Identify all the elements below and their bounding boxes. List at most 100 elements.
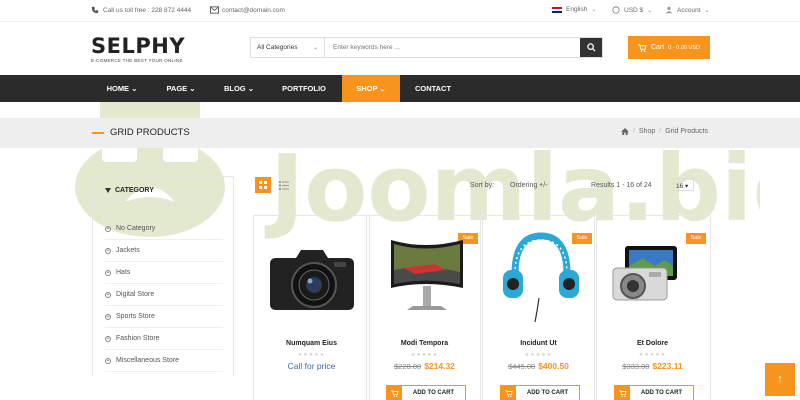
sale-price: $223.11 <box>652 361 683 371</box>
envelope-icon <box>210 6 219 14</box>
plus-circle-icon: + <box>105 357 111 364</box>
cart-summary: 0 - 0.00 USD <box>668 44 701 51</box>
nav-item-home[interactable]: HOME ⌄ <box>93 75 151 102</box>
category-item[interactable]: + Sports Store <box>105 306 223 328</box>
nav-item-portfolio[interactable]: PORTFOLIO <box>272 75 336 102</box>
cart-icon <box>387 386 402 400</box>
logo-text: SELPHY <box>91 34 186 58</box>
language-select[interactable]: English ⌄ <box>552 6 596 13</box>
search-button[interactable] <box>580 38 602 57</box>
product-name[interactable]: Numquam Eius <box>254 340 369 347</box>
product-image-monitor[interactable] <box>375 226 475 326</box>
page-title: GRID PRODUCTS <box>92 127 190 138</box>
plus-circle-icon: + <box>105 313 111 320</box>
search-category-select[interactable]: All Categories ⌄ <box>251 38 325 57</box>
plus-circle-icon: + <box>105 269 111 276</box>
list-view-icon[interactable] <box>279 181 289 190</box>
cart-icon <box>638 43 647 52</box>
search-bar: All Categories ⌄ <box>250 37 603 58</box>
account-menu[interactable]: Account ⌄ <box>665 6 710 14</box>
category-heading: CATEGORY <box>105 187 154 194</box>
product-image-compact-camera[interactable] <box>603 226 703 326</box>
email-info[interactable]: contact@domain.com <box>210 6 285 14</box>
add-to-cart-button[interactable]: ADD TO CART <box>614 385 694 400</box>
currency-select[interactable]: USD $ ⌄ <box>612 6 652 14</box>
rating-stars: ★★★★★ <box>524 352 553 358</box>
product-price: $228.00 $214.32 <box>367 361 482 371</box>
chevron-down-icon: ⌄ <box>704 7 710 14</box>
caret-down-icon <box>105 188 111 193</box>
cart-label: Cart <box>650 44 665 51</box>
category-sidebar: CATEGORY + No Category + Jackets + Hats + Di… <box>92 176 234 376</box>
cart-icon <box>501 386 516 400</box>
chevron-down-icon: ⌄ <box>591 7 597 13</box>
grid-icon <box>259 181 267 189</box>
product-card[interactable]: Sale Incidunt Ut ★★★★★ $445.00 $400.50 AD… <box>480 215 597 400</box>
language-label: English <box>566 6 588 13</box>
account-label: Account <box>677 6 701 14</box>
product-image-headphones[interactable] <box>489 226 589 326</box>
plus-circle-icon: + <box>105 291 111 298</box>
product-image-camera[interactable] <box>262 226 362 326</box>
breadcrumb: / Shop / Grid Products <box>621 128 708 135</box>
back-to-top-button[interactable]: ↑ <box>765 363 795 396</box>
add-to-cart-button[interactable]: ADD TO CART <box>500 385 580 400</box>
category-item[interactable]: + Hats <box>105 262 223 284</box>
add-to-cart-button[interactable]: ADD TO CART <box>386 385 466 400</box>
search-category-label: All Categories <box>257 44 298 51</box>
nav-item-contact[interactable]: CONTACT <box>404 75 462 102</box>
old-price: $333.00 <box>622 362 650 371</box>
per-page-select[interactable]: 16 ▾ <box>673 178 694 191</box>
home-icon[interactable] <box>621 128 629 135</box>
sale-price: $400.50 <box>538 361 569 371</box>
grid-view-button[interactable] <box>255 177 271 193</box>
breadcrumb-current: Grid Products <box>665 128 708 135</box>
chevron-down-icon: ⌄ <box>647 7 653 14</box>
email-link[interactable]: contact@domain.com <box>222 7 285 14</box>
plus-circle-icon: + <box>105 225 111 232</box>
arrow-up-icon: ↑ <box>777 373 783 385</box>
category-item[interactable]: + No Category <box>105 218 223 240</box>
breadcrumb-shop[interactable]: Shop <box>639 128 655 135</box>
sort-select[interactable]: Ordering +/- <box>510 182 548 189</box>
sale-price: $214.32 <box>424 361 455 371</box>
rating-stars: ★★★★★ <box>410 352 439 358</box>
call-for-price: Call for price <box>287 361 336 371</box>
search-input[interactable] <box>325 38 580 57</box>
product-card[interactable]: Numquam Eius ★★★★★ Call for price <box>253 215 370 400</box>
currency-label: USD $ <box>624 6 644 14</box>
product-name[interactable]: Et Dolore <box>595 340 710 347</box>
product-name[interactable]: Incidunt Ut <box>481 340 596 347</box>
plus-circle-icon: + <box>105 247 111 254</box>
category-item[interactable]: + Fashion Store <box>105 328 223 350</box>
product-card[interactable]: Sale Et Dolore ★★★★★ $333.00 $223.11 ADD … <box>594 215 711 400</box>
phone-info: Call us toll free : 228 872 4444 <box>91 6 191 14</box>
logo-tagline: E-COMERCE THE BEST YOUR ONLINE <box>91 58 183 63</box>
product-price: $333.00 $223.11 <box>595 361 710 371</box>
sort-label: Sort by: <box>470 182 495 189</box>
nav-item-shop[interactable]: SHOP ⌄ <box>342 75 400 102</box>
top-bar: Call us toll free : 228 872 4444 contact… <box>0 0 800 22</box>
nav-item-blog[interactable]: BLOG ⌄ <box>213 75 265 102</box>
page-heading-band: GRID PRODUCTS / Shop / Grid Products <box>0 118 800 148</box>
currency-icon <box>612 6 620 14</box>
product-name[interactable]: Modi Tempora <box>367 340 482 347</box>
phone-icon <box>91 6 99 14</box>
category-item[interactable]: + Digital Store <box>105 284 223 306</box>
uk-flag-icon <box>552 6 562 13</box>
cart-icon <box>615 386 630 400</box>
search-icon <box>586 43 596 52</box>
rating-stars: ★★★★★ <box>638 352 667 358</box>
product-card[interactable]: Sale Modi Tempora ★★★★★ $228.00 $214.32 A… <box>366 215 483 400</box>
nav-item-page[interactable]: PAGE ⌄ <box>155 75 207 102</box>
category-item[interactable]: + Miscellaneous Store <box>105 350 223 372</box>
phone-text: Call us toll free : 228 872 4444 <box>103 6 192 14</box>
site-logo[interactable]: SELPHY E-COMERCE THE BEST YOUR ONLINE <box>91 34 186 64</box>
user-icon <box>665 6 673 14</box>
category-item[interactable]: + Jackets <box>105 240 223 262</box>
old-price: $228.00 <box>394 362 422 371</box>
plus-circle-icon: + <box>105 335 111 342</box>
old-price: $445.00 <box>508 362 536 371</box>
chevron-down-icon: ⌄ <box>312 45 318 51</box>
cart-button[interactable]: Cart 0 - 0.00 USD <box>628 36 710 59</box>
